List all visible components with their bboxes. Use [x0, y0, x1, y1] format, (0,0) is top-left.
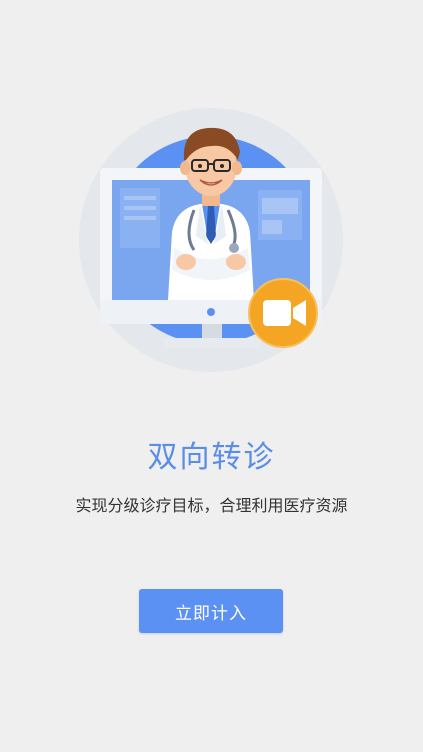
video-camera-icon	[248, 278, 318, 348]
page-title: 双向转诊	[147, 440, 276, 475]
page-subtitle: 实现分级诊疗目标，合理利用医疗资源	[75, 496, 348, 515]
monitor-base	[163, 338, 261, 348]
enter-now-button[interactable]: 立即计入	[139, 589, 283, 633]
doctor-video-call-illustration	[79, 108, 343, 372]
